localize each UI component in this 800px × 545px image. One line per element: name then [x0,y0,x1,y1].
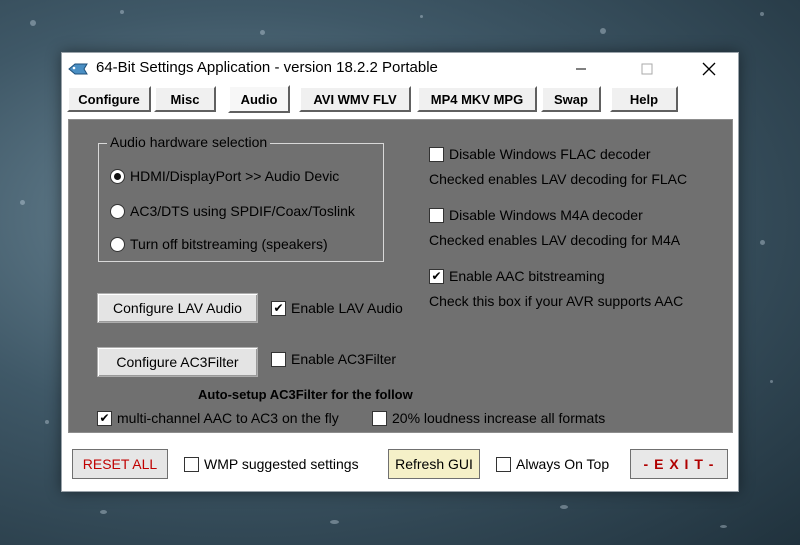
tab-strip: Configure Misc Audio AVI WMV FLV MP4 MKV… [67,85,737,113]
wmp-label: WMP suggested settings [204,456,359,472]
maximize-button[interactable] [624,53,670,84]
m4a-note: Checked enables LAV decoding for M4A [429,232,681,248]
tab-configure[interactable]: Configure [67,86,151,112]
wmp-row[interactable]: WMP suggested settings [184,456,359,472]
radio-hdmi[interactable]: HDMI/DisplayPort >> Audio Devic [110,168,339,184]
multichannel-label: multi-channel AAC to AC3 on the fly [117,410,339,426]
tab-audio[interactable]: Audio [228,85,290,113]
minimize-icon [576,68,586,69]
radio-ac3-dts-dot[interactable] [110,203,125,219]
tab-avi-wmv-flv[interactable]: AVI WMV FLV [299,86,411,112]
always-on-top-checkbox[interactable] [496,456,511,472]
audio-panel: Audio hardware selection HDMI/DisplayPor… [68,119,733,433]
tab-swap[interactable]: Swap [541,86,601,112]
audio-hardware-group: Audio hardware selection HDMI/DisplayPor… [98,134,384,262]
title-bar[interactable]: 64-Bit Settings Application - version 18… [62,53,738,84]
always-on-top-label: Always On Top [516,456,610,472]
configure-lav-audio-button[interactable]: Configure LAV Audio [97,293,258,323]
tab-misc[interactable]: Misc [154,86,216,112]
flac-checkbox-row[interactable]: Disable Windows FLAC decoder [429,146,651,162]
flac-checkbox[interactable] [429,146,444,162]
radio-off[interactable]: Turn off bitstreaming (speakers) [110,236,328,252]
settings-window: 64-Bit Settings Application - version 18… [61,52,739,492]
app-icon [68,63,88,75]
maximize-icon [641,63,653,74]
aac-checkbox-row[interactable]: ✔ Enable AAC bitstreaming [429,268,605,284]
loudness-label: 20% loudness increase all formats [392,410,606,426]
autosetup-note-box: Auto-setup AC3Filter for the following: [198,386,413,404]
m4a-checkbox[interactable] [429,207,444,223]
loudness-row[interactable]: 20% loudness increase all formats [372,410,605,426]
enable-lav-checkbox[interactable]: ✔ [271,300,286,316]
group-title: Audio hardware selection [107,134,271,150]
exit-button[interactable]: - E X I T - [630,449,728,479]
multichannel-checkbox[interactable]: ✔ [97,410,112,426]
m4a-checkbox-row[interactable]: Disable Windows M4A decoder [429,207,643,223]
multichannel-row[interactable]: ✔ multi-channel AAC to AC3 on the fly [97,410,339,426]
flac-note: Checked enables LAV decoding for FLAC [429,171,688,187]
aac-note: Check this box if your AVR supports AAC [429,293,684,309]
configure-ac3filter-button[interactable]: Configure AC3Filter [97,347,258,377]
radio-hdmi-dot[interactable] [110,168,125,184]
radio-ac3-dts-label: AC3/DTS using SPDIF/Coax/Toslink [130,203,355,219]
reset-all-button[interactable]: RESET ALL [72,449,168,479]
m4a-label: Disable Windows M4A decoder [449,207,643,223]
close-icon [702,62,716,75]
refresh-gui-button[interactable]: Refresh GUI [388,449,480,479]
enable-ac3filter-row[interactable]: Enable AC3Filter [271,351,396,367]
tab-mp4-mkv-mpg[interactable]: MP4 MKV MPG [417,86,537,112]
aac-label: Enable AAC bitstreaming [449,268,605,284]
enable-lav-row[interactable]: ✔ Enable LAV Audio [271,300,403,316]
always-on-top-row[interactable]: Always On Top [496,456,609,472]
close-button[interactable] [686,53,732,84]
flac-label: Disable Windows FLAC decoder [449,146,651,162]
minimize-button[interactable] [558,53,604,84]
radio-off-label: Turn off bitstreaming (speakers) [130,236,328,252]
radio-ac3-dts[interactable]: AC3/DTS using SPDIF/Coax/Toslink [110,203,355,219]
tab-help[interactable]: Help [610,86,678,112]
radio-hdmi-label: HDMI/DisplayPort >> Audio Devic [130,168,340,184]
window-title: 64-Bit Settings Application - version 18… [96,59,438,76]
wmp-checkbox[interactable] [184,456,199,472]
bottom-bar: RESET ALL WMP suggested settings Refresh… [62,439,738,491]
enable-lav-label: Enable LAV Audio [291,300,403,316]
aac-checkbox[interactable]: ✔ [429,268,444,284]
radio-off-dot[interactable] [110,236,125,252]
autosetup-note: Auto-setup AC3Filter for the following: [198,387,413,402]
enable-ac3filter-checkbox[interactable] [271,351,286,367]
enable-ac3filter-label: Enable AC3Filter [291,351,397,367]
loudness-checkbox[interactable] [372,410,387,426]
